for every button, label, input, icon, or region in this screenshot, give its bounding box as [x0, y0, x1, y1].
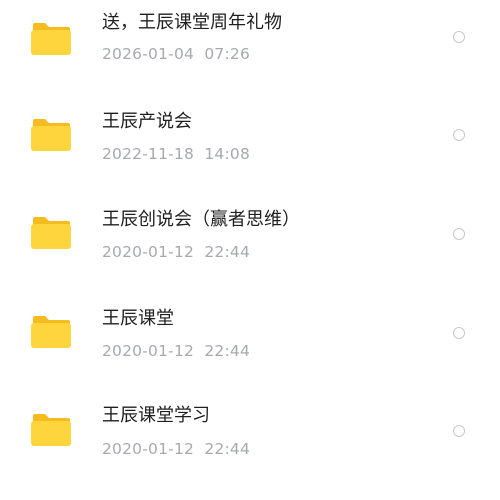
file-date: 2022-11-18 14:08	[102, 145, 251, 163]
file-date: 2020-01-12 22:44	[102, 440, 251, 458]
file-name: 王辰课堂学习	[102, 405, 210, 426]
file-list: 送，王辰课堂周年礼物 2026-01-04 07:26 王辰产说会 2022-1…	[0, 0, 500, 500]
file-date: 2020-01-12 22:44	[102, 342, 251, 360]
select-radio[interactable]	[453, 425, 465, 437]
file-name: 王辰创说会（赢者思维）	[102, 209, 300, 230]
select-radio[interactable]	[453, 327, 465, 339]
file-name: 王辰产说会	[102, 111, 192, 132]
folder-icon	[30, 216, 72, 250]
file-row[interactable]: 王辰创说会（赢者思维） 2020-01-12 22:44	[0, 196, 500, 294]
select-radio[interactable]	[453, 228, 465, 240]
folder-icon	[30, 118, 72, 152]
select-radio[interactable]	[453, 31, 465, 43]
folder-icon	[30, 22, 72, 56]
file-row[interactable]: 王辰产说会 2022-11-18 14:08	[0, 98, 500, 196]
file-date: 2026-01-04 07:26	[102, 45, 251, 63]
file-name: 送，王辰课堂周年礼物	[102, 12, 282, 33]
file-row[interactable]: 送，王辰课堂周年礼物 2026-01-04 07:26	[0, 0, 500, 98]
file-date: 2020-01-12 22:44	[102, 243, 251, 261]
select-radio[interactable]	[453, 129, 465, 141]
file-row[interactable]: 王辰课堂学习 2020-01-12 22:44	[0, 392, 500, 490]
folder-icon	[30, 413, 72, 447]
file-name: 王辰课堂	[102, 308, 174, 329]
folder-icon	[30, 315, 72, 349]
file-row[interactable]: 王辰课堂 2020-01-12 22:44	[0, 294, 500, 392]
